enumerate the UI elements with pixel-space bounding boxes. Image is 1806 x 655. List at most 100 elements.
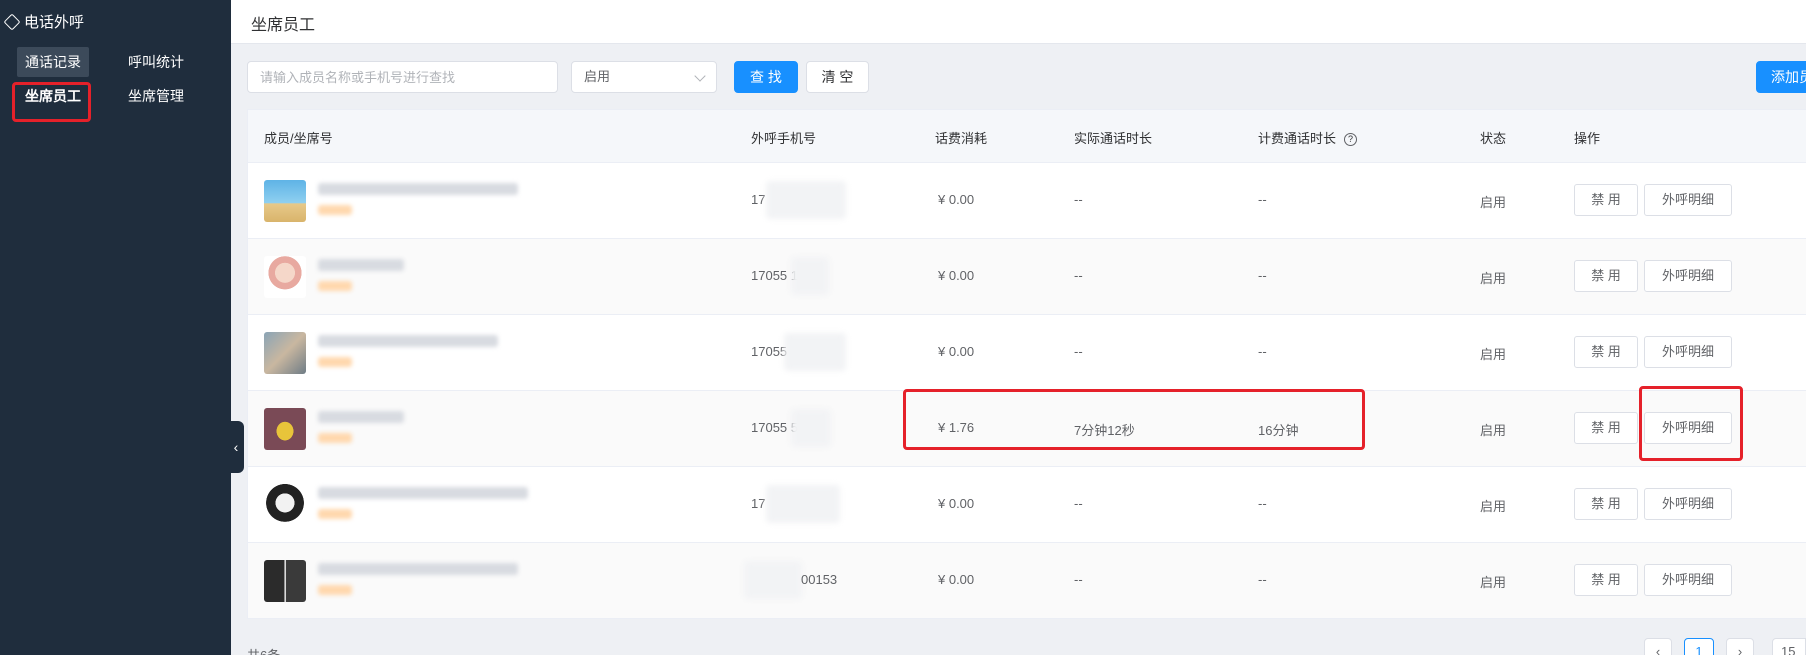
billed-duration-cell: -- (1258, 572, 1267, 587)
chevron-right-icon: › (1737, 644, 1743, 655)
table-row: 17 ¥ 0.00 -- -- 启用 禁 用 外呼明细 (248, 467, 1806, 543)
phone-cell: 17055 (751, 344, 788, 359)
next-page-button[interactable]: › (1726, 638, 1754, 655)
disable-button[interactable]: 禁 用 (1574, 488, 1638, 520)
call-detail-button[interactable]: 外呼明细 (1644, 336, 1732, 368)
sidebar-item-call-records[interactable]: 通话记录 (17, 47, 89, 77)
disable-button[interactable]: 禁 用 (1574, 184, 1638, 216)
sidebar-item-call-stats[interactable]: 呼叫统计 (120, 47, 192, 77)
th-phone: 外呼手机号 (751, 131, 817, 146)
th-cost: 话费消耗 (935, 131, 988, 146)
chevron-left-icon: ‹ (1655, 644, 1661, 655)
call-detail-button[interactable]: 外呼明细 (1644, 260, 1732, 292)
help-icon[interactable]: ? (1344, 133, 1358, 147)
prev-page-button[interactable]: ‹ (1644, 638, 1672, 655)
billed-duration-cell: -- (1258, 344, 1267, 359)
clear-button[interactable]: 清 空 (806, 61, 869, 93)
chevron-down-icon (694, 70, 706, 82)
sidebar-item-seat-management[interactable]: 坐席管理 (120, 81, 192, 111)
th-billed-duration: 计费通话时长? (1258, 128, 1358, 147)
disable-button[interactable]: 禁 用 (1574, 412, 1638, 444)
phone-mask (766, 181, 846, 219)
cost-cell: ¥ 0.00 (938, 496, 975, 511)
phone-mask (791, 257, 829, 295)
highlight-box-sidebar (12, 82, 91, 122)
phone-mask (791, 409, 831, 447)
member-name-blurred (318, 411, 404, 423)
sidebar-title-label: 电话外呼 (24, 14, 85, 31)
actual-duration-cell: -- (1074, 344, 1083, 359)
page-header: 坐席员工 (231, 0, 1806, 44)
sidebar-title[interactable]: 电话外呼 (3, 11, 85, 32)
phone-tag-icon (3, 13, 21, 30)
th-actual-duration: 实际通话时长 (1074, 131, 1153, 146)
actual-duration-cell: -- (1074, 192, 1083, 207)
avatar (264, 560, 306, 602)
search-button[interactable]: 查 找 (734, 61, 798, 93)
th-actions: 操作 (1574, 131, 1601, 146)
member-tag-blurred (318, 585, 352, 595)
table-row: 00153 ¥ 0.00 -- -- 启用 禁 用 外呼明细 (248, 543, 1806, 619)
th-billed-duration-label: 计费通话时长 (1258, 131, 1337, 146)
disable-button[interactable]: 禁 用 (1574, 260, 1638, 292)
member-tag-blurred (318, 433, 352, 443)
phone-mask (766, 485, 840, 523)
cost-cell: ¥ 0.00 (938, 572, 975, 587)
phone-cell: 00153 (801, 572, 838, 587)
avatar (264, 180, 306, 222)
collapse-sidebar-button[interactable]: ‹ (228, 421, 244, 473)
member-name-blurred (318, 335, 498, 347)
highlight-box-detail-button (1639, 386, 1743, 461)
status-cell: 启用 (1480, 195, 1507, 210)
member-tag-blurred (318, 281, 352, 291)
cost-cell: ¥ 0.00 (938, 268, 975, 283)
phone-mask (784, 333, 846, 371)
call-detail-button[interactable]: 外呼明细 (1644, 184, 1732, 216)
member-name-blurred (318, 487, 528, 499)
status-select[interactable]: 启用 (571, 61, 717, 93)
status-cell: 启用 (1480, 423, 1507, 438)
member-name-blurred (318, 563, 518, 575)
avatar (264, 256, 306, 298)
avatar (264, 484, 306, 526)
status-cell: 启用 (1480, 347, 1507, 362)
status-cell: 启用 (1480, 575, 1507, 590)
chevron-left-icon: ‹ (233, 439, 239, 455)
status-cell: 启用 (1480, 271, 1507, 286)
member-name-blurred (318, 183, 518, 195)
page-size-select[interactable]: 15 条 (1772, 638, 1806, 655)
call-detail-button[interactable]: 外呼明细 (1644, 564, 1732, 596)
disable-button[interactable]: 禁 用 (1574, 564, 1638, 596)
page-number[interactable]: 1 (1684, 638, 1714, 655)
sidebar: 电话外呼 通话记录 呼叫统计 坐席员工 坐席管理 (0, 0, 231, 655)
staff-table: 成员/坐席号 外呼手机号 话费消耗 实际通话时长 计费通话时长? 状态 操作 1… (247, 109, 1806, 619)
th-status: 状态 (1480, 131, 1507, 146)
total-count: 共6条 (247, 645, 280, 655)
phone-mask (744, 561, 802, 599)
disable-button[interactable]: 禁 用 (1574, 336, 1638, 368)
cost-cell: ¥ 0.00 (938, 192, 975, 207)
billed-duration-cell: -- (1258, 268, 1267, 283)
table-header: 成员/坐席号 外呼手机号 话费消耗 实际通话时长 计费通话时长? 状态 操作 (248, 110, 1806, 163)
billed-duration-cell: -- (1258, 192, 1267, 207)
billed-duration-cell: -- (1258, 496, 1267, 511)
member-tag-blurred (318, 509, 352, 519)
th-member: 成员/坐席号 (264, 131, 333, 146)
highlight-box-usage (903, 389, 1365, 450)
status-select-value: 启用 (584, 69, 611, 84)
search-input[interactable] (247, 61, 558, 93)
table-row: 17 ¥ 0.00 -- -- 启用 禁 用 外呼明细 (248, 163, 1806, 239)
page-title: 坐席员工 (251, 17, 316, 34)
phone-cell: 17 (751, 192, 766, 207)
phone-cell: 17 (751, 496, 766, 511)
actual-duration-cell: -- (1074, 572, 1083, 587)
member-name-blurred (318, 259, 404, 271)
table-row: 17055 153 ¥ 0.00 -- -- 启用 禁 用 外呼明细 (248, 239, 1806, 315)
actual-duration-cell: -- (1074, 496, 1083, 511)
call-detail-button[interactable]: 外呼明细 (1644, 488, 1732, 520)
member-tag-blurred (318, 357, 352, 367)
cost-cell: ¥ 0.00 (938, 344, 975, 359)
add-member-button[interactable]: 添加员 (1756, 61, 1806, 93)
actual-duration-cell: -- (1074, 268, 1083, 283)
member-tag-blurred (318, 205, 352, 215)
